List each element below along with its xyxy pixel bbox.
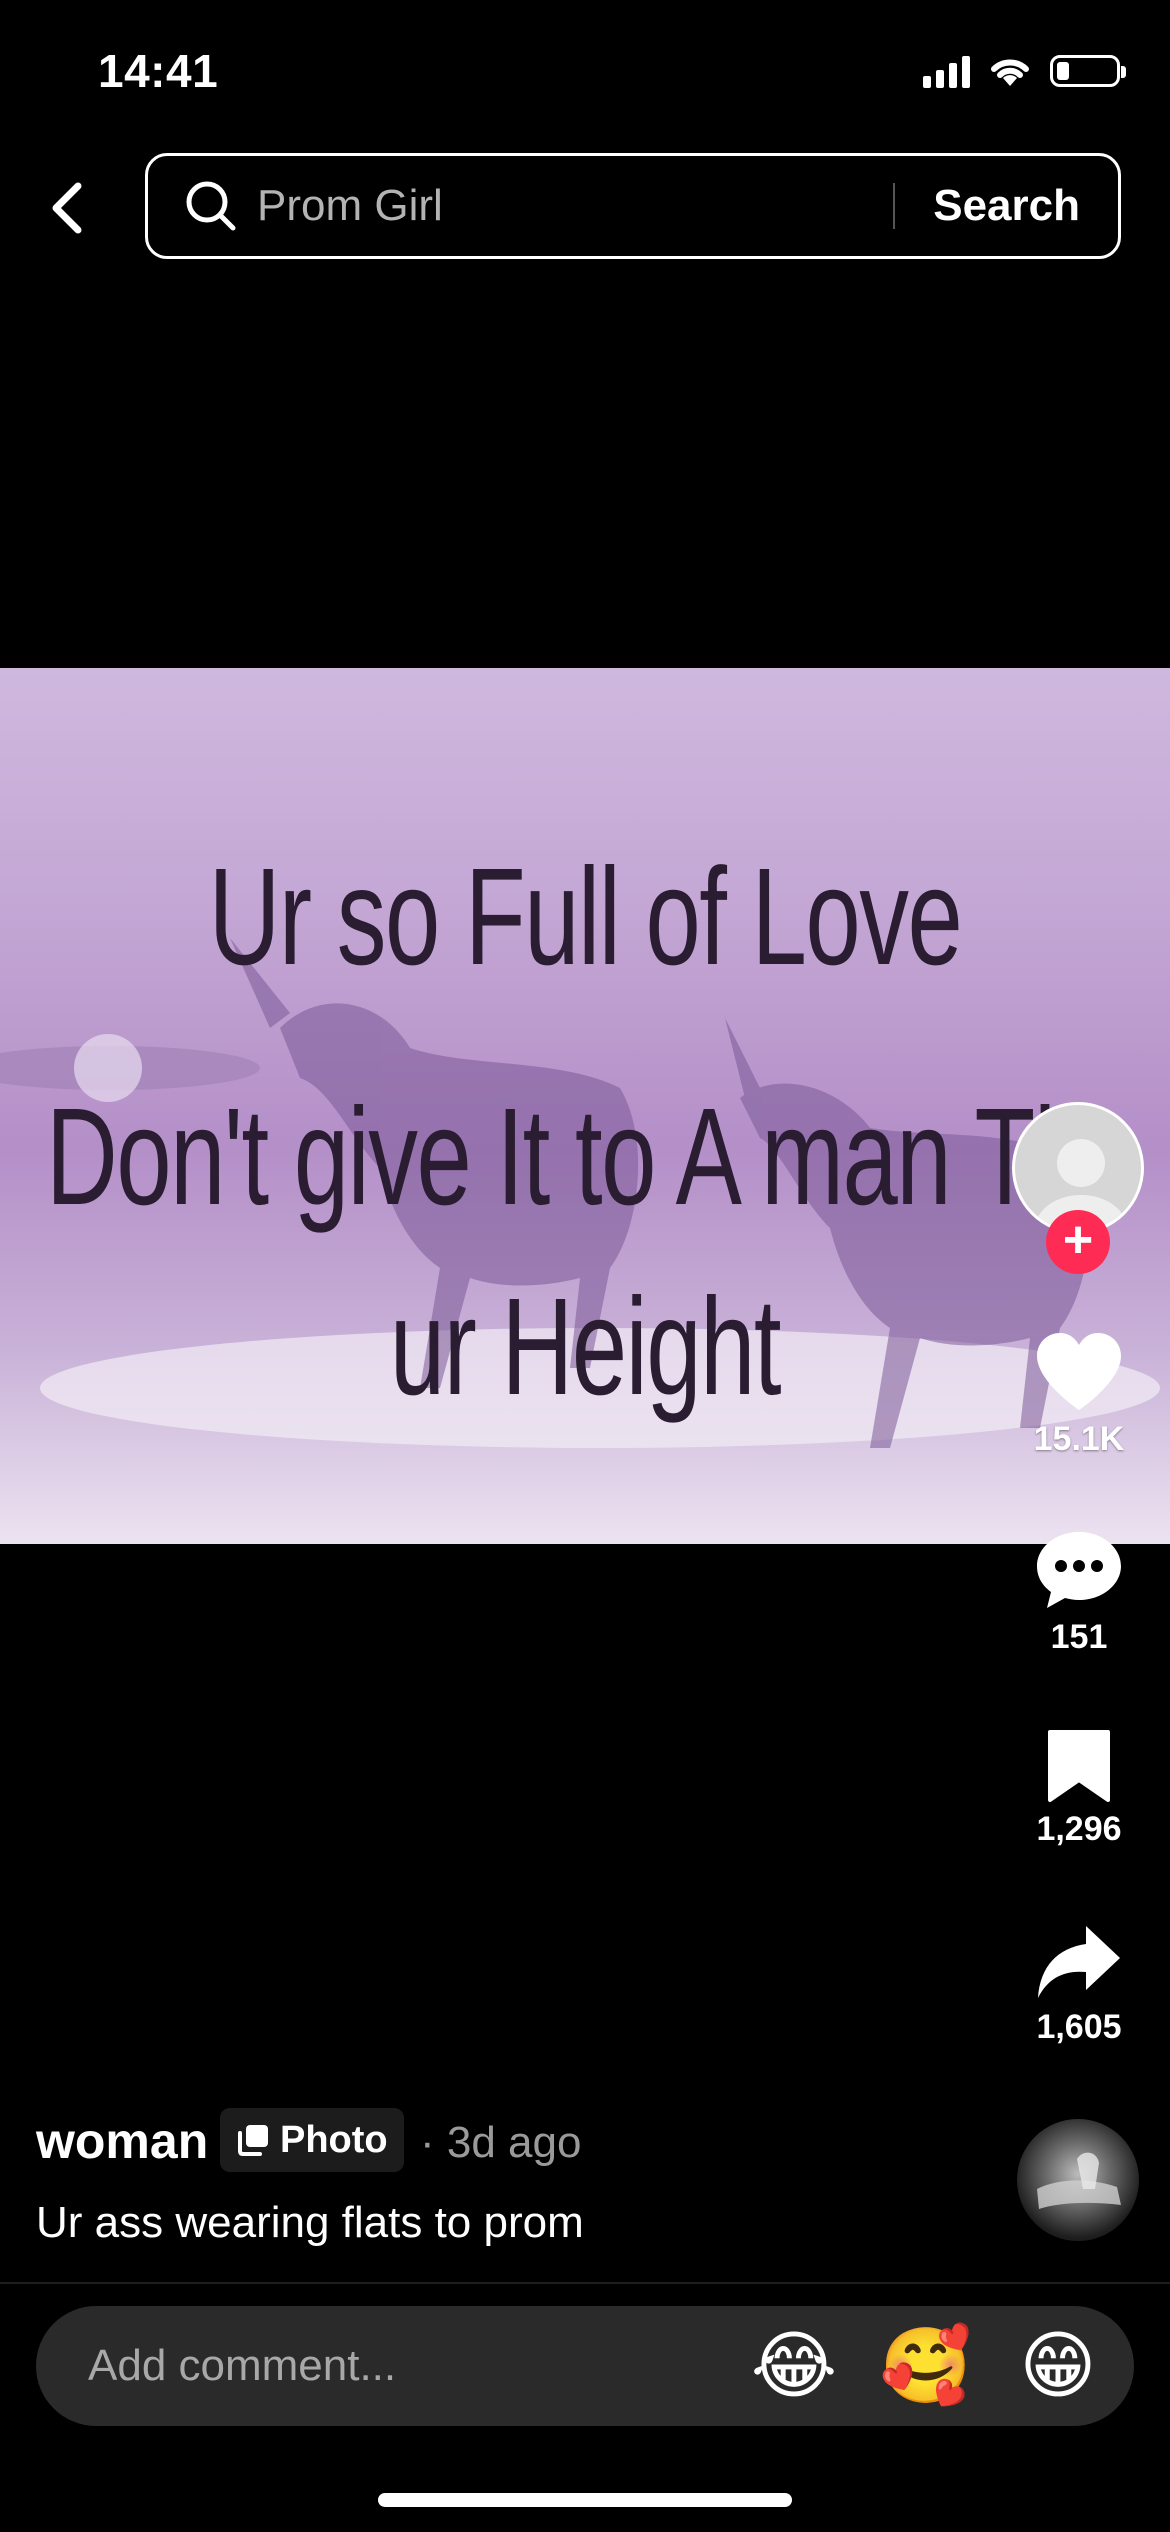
- image-text-line-3: ur Height: [389, 1270, 782, 1424]
- image-text-line-2: Don't give It to A man Th: [46, 1080, 1089, 1234]
- share-arrow-icon: [1038, 1926, 1120, 1998]
- home-indicator: [378, 2493, 792, 2507]
- follow-button[interactable]: +: [1046, 1210, 1110, 1274]
- back-button[interactable]: [36, 168, 96, 248]
- comment-icon: [1037, 1532, 1121, 1608]
- emoji-smiling-hearts-button[interactable]: 🥰: [860, 2329, 992, 2403]
- status-icons: [923, 54, 1126, 88]
- post-image[interactable]: Ur so Full of Love Don't give It to A ma…: [0, 668, 1170, 1544]
- sound-disc[interactable]: [1017, 2119, 1139, 2241]
- emoji-grinning-button[interactable]: 😁: [992, 2329, 1124, 2403]
- search-button[interactable]: Search: [895, 181, 1118, 231]
- bookmark-icon: [1048, 1730, 1110, 1802]
- comment-count: 151: [1050, 1618, 1108, 1656]
- photo-icon: [238, 2125, 268, 2156]
- bookmark-button[interactable]: 1,296: [1014, 1728, 1144, 1849]
- search-input[interactable]: [239, 165, 894, 247]
- photo-badge-label: Photo: [280, 2118, 388, 2161]
- author-name[interactable]: woman: [36, 2112, 208, 2170]
- post-description: Ur ass wearing flats to prom: [36, 2198, 584, 2247]
- cellular-signal-icon: [923, 54, 970, 88]
- photo-badge: Photo: [220, 2108, 404, 2172]
- like-count: 15.1K: [1033, 1420, 1125, 1458]
- heart-icon: [1037, 1333, 1121, 1410]
- comment-bar: 😂 🥰 😁: [36, 2306, 1134, 2426]
- share-count: 1,605: [1036, 2008, 1122, 2046]
- bookmark-count: 1,296: [1036, 1810, 1122, 1848]
- comment-button[interactable]: 151: [1014, 1528, 1144, 1657]
- post-time: · 3d ago: [420, 2118, 582, 2167]
- comment-input[interactable]: [36, 2320, 728, 2412]
- wifi-icon: [991, 59, 1029, 86]
- search-icon: [183, 178, 239, 234]
- search-bar: Search: [145, 153, 1121, 259]
- image-text-line-1: Ur so Full of Love: [208, 840, 963, 994]
- sound-thumbnail-icon: [1037, 2152, 1121, 2209]
- status-time: 14:41: [98, 45, 219, 97]
- chevron-left-icon: [52, 182, 82, 234]
- emoji-laughing-button[interactable]: 😂: [728, 2329, 860, 2403]
- share-button[interactable]: 1,605: [1014, 1922, 1144, 2047]
- divider: [0, 2282, 1170, 2284]
- battery-icon: [1050, 55, 1126, 87]
- like-button[interactable]: 15.1K: [1014, 1330, 1144, 1459]
